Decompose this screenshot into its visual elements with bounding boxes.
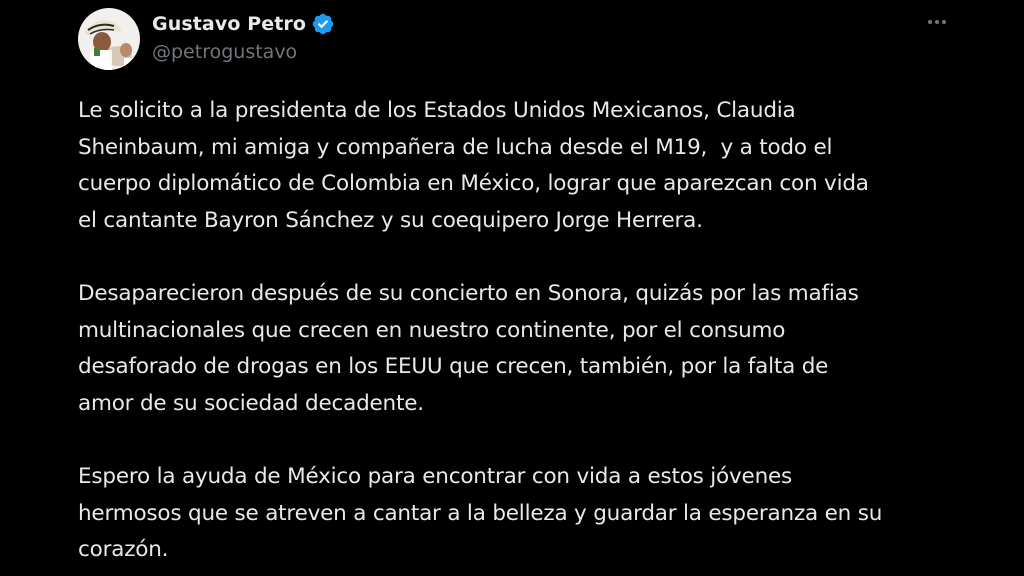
tweet-paragraph: Le solicito a la presidenta de los Estad…: [78, 98, 869, 233]
more-options-button[interactable]: [922, 12, 952, 32]
avatar-image: [78, 8, 140, 70]
more-horizontal-icon: [928, 20, 932, 24]
tweet-paragraph: Desaparecieron después de su concierto e…: [78, 280, 859, 416]
verified-badge-icon: [311, 12, 335, 36]
tweet-paragraph: Espero la ayuda de México para encontrar…: [78, 463, 883, 563]
author-info: Gustavo Petro @petrogustavo: [152, 9, 335, 63]
tweet: Gustavo Petro @petrogustavo Le solicito …: [0, 0, 1024, 576]
more-dot: [935, 20, 939, 24]
tweet-text: Le solicito a la presidenta de los Estad…: [78, 93, 958, 569]
handle[interactable]: @petrogustavo: [152, 41, 335, 63]
avatar[interactable]: [78, 8, 140, 70]
more-dot: [942, 20, 946, 24]
display-name[interactable]: Gustavo Petro: [152, 13, 306, 35]
name-row: Gustavo Petro: [152, 9, 335, 39]
